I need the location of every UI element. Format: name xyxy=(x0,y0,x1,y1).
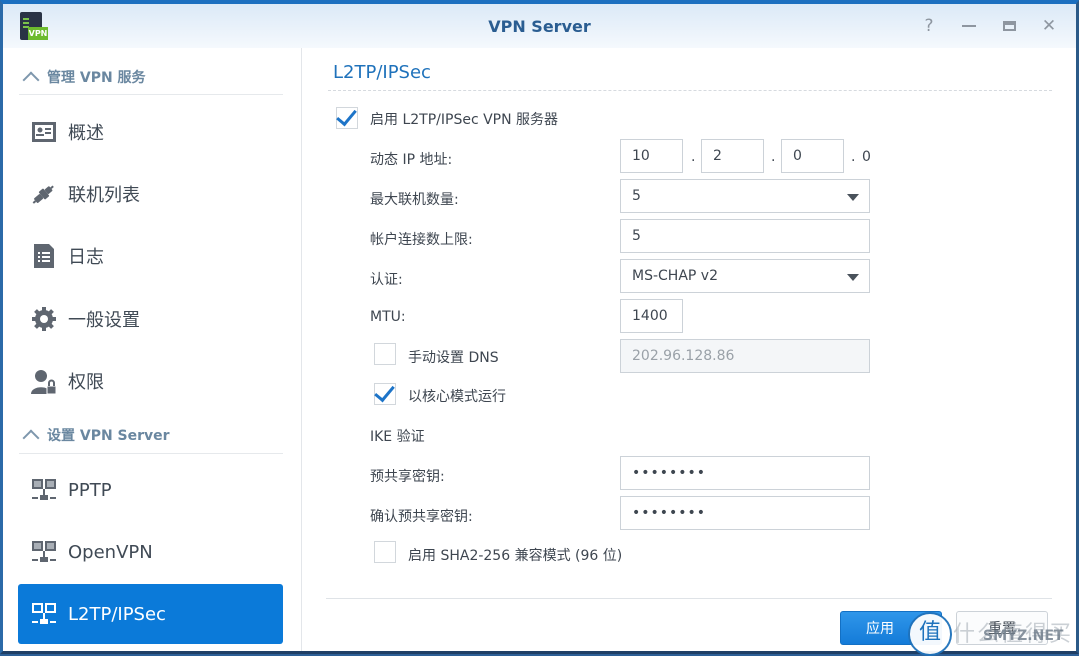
sidebar: 管理 VPN 服务 概述 联机列表 日志 一般设置 权限 设置 VPN Serv… xyxy=(3,48,302,651)
psk-input[interactable]: •••••••• xyxy=(620,456,870,490)
kernel-mode-checkbox[interactable] xyxy=(374,380,396,405)
ip-separator: . xyxy=(771,149,776,165)
ip-separator: . xyxy=(851,149,856,165)
psk-label: 预共享密钥: xyxy=(370,469,445,485)
kernel-mode-label: 以核心模式运行 xyxy=(408,389,506,405)
chevron-up-icon xyxy=(22,71,40,89)
title-bar: VPN VPN Server ? ✕ xyxy=(3,4,1076,48)
sha2-compat-checkbox[interactable] xyxy=(374,541,396,563)
network-icon xyxy=(30,600,58,628)
psk-confirm-input[interactable]: •••••••• xyxy=(620,496,870,530)
divider xyxy=(328,90,1052,91)
ike-auth-heading: IKE 验证 xyxy=(370,429,425,445)
ip-separator: . xyxy=(691,149,696,165)
sidebar-item-openvpn[interactable]: OpenVPN xyxy=(18,522,283,582)
sidebar-item-general-settings[interactable]: 一般设置 xyxy=(18,289,283,349)
account-connection-limit-input[interactable]: 5 xyxy=(620,219,870,253)
ip-octet-2-input[interactable]: 2 xyxy=(701,139,764,173)
authentication-select[interactable]: MS-CHAP v2 xyxy=(620,259,870,293)
checkmark-icon xyxy=(336,104,357,127)
mtu-label: MTU: xyxy=(370,309,406,325)
divider xyxy=(19,453,283,454)
divider xyxy=(326,598,1052,599)
close-icon[interactable]: ✕ xyxy=(1040,16,1058,36)
manual-dns-checkbox[interactable] xyxy=(374,343,396,365)
log-icon xyxy=(30,242,58,270)
page-title: L2TP/IPSec xyxy=(333,62,431,83)
ip-octet-1-input[interactable]: 10 xyxy=(620,139,683,173)
watermark-site: SMYZ.NET xyxy=(983,628,1064,644)
sidebar-item-permissions[interactable]: 权限 xyxy=(18,351,283,411)
max-connections-label: 最大联机数量: xyxy=(370,192,459,208)
dropdown-arrow-icon xyxy=(847,194,859,201)
user-lock-icon xyxy=(30,367,58,395)
section-setup-vpn-server[interactable]: 设置 VPN Server xyxy=(22,425,170,447)
sidebar-item-l2tp-ipsec[interactable]: L2TP/IPSec xyxy=(18,584,283,644)
help-icon[interactable]: ? xyxy=(920,16,938,36)
overview-icon xyxy=(30,118,58,146)
vpn-server-window: VPN VPN Server ? ✕ 管理 VPN 服务 概述 联机列表 日志 … xyxy=(0,0,1079,656)
checkmark-icon xyxy=(374,380,395,403)
enable-l2tp-label: 启用 L2TP/IPSec VPN 服务器 xyxy=(370,112,559,128)
sidebar-item-overview[interactable]: 概述 xyxy=(18,102,283,162)
main-panel: L2TP/IPSec 启用 L2TP/IPSec VPN 服务器 动态 IP 地… xyxy=(302,48,1076,651)
dynamic-ip-label: 动态 IP 地址: xyxy=(370,152,453,168)
maximize-icon[interactable] xyxy=(1000,16,1018,36)
section-manage-vpn[interactable]: 管理 VPN 服务 xyxy=(22,67,146,89)
minimize-icon[interactable] xyxy=(960,16,978,36)
window-title: VPN Server xyxy=(488,17,591,36)
max-connections-select[interactable]: 5 xyxy=(620,179,870,213)
manual-dns-label: 手动设置 DNS xyxy=(408,350,499,366)
watermark-logo: 值 xyxy=(908,612,952,656)
divider xyxy=(19,94,283,95)
ip-octet-4-value: 0 xyxy=(862,149,871,165)
network-icon xyxy=(30,538,58,566)
sidebar-item-log[interactable]: 日志 xyxy=(18,226,283,286)
enable-l2tp-checkbox[interactable] xyxy=(336,104,358,129)
dropdown-arrow-icon xyxy=(847,274,859,281)
mtu-input[interactable]: 1400 xyxy=(620,299,683,333)
chevron-up-icon xyxy=(22,429,40,447)
sidebar-item-pptp[interactable]: PPTP xyxy=(18,460,283,520)
connection-plug-icon xyxy=(30,180,58,208)
network-icon xyxy=(30,476,58,504)
sidebar-item-connection-list[interactable]: 联机列表 xyxy=(18,164,283,224)
gear-icon xyxy=(30,305,58,333)
psk-confirm-label: 确认预共享密钥: xyxy=(370,509,473,525)
ip-octet-3-input[interactable]: 0 xyxy=(781,139,844,173)
sha2-compat-label: 启用 SHA2-256 兼容模式 (96 位) xyxy=(408,548,623,564)
account-connection-limit-label: 帐户连接数上限: xyxy=(370,232,473,248)
dns-input[interactable]: 202.96.128.86 xyxy=(620,339,870,373)
authentication-label: 认证: xyxy=(370,272,403,288)
